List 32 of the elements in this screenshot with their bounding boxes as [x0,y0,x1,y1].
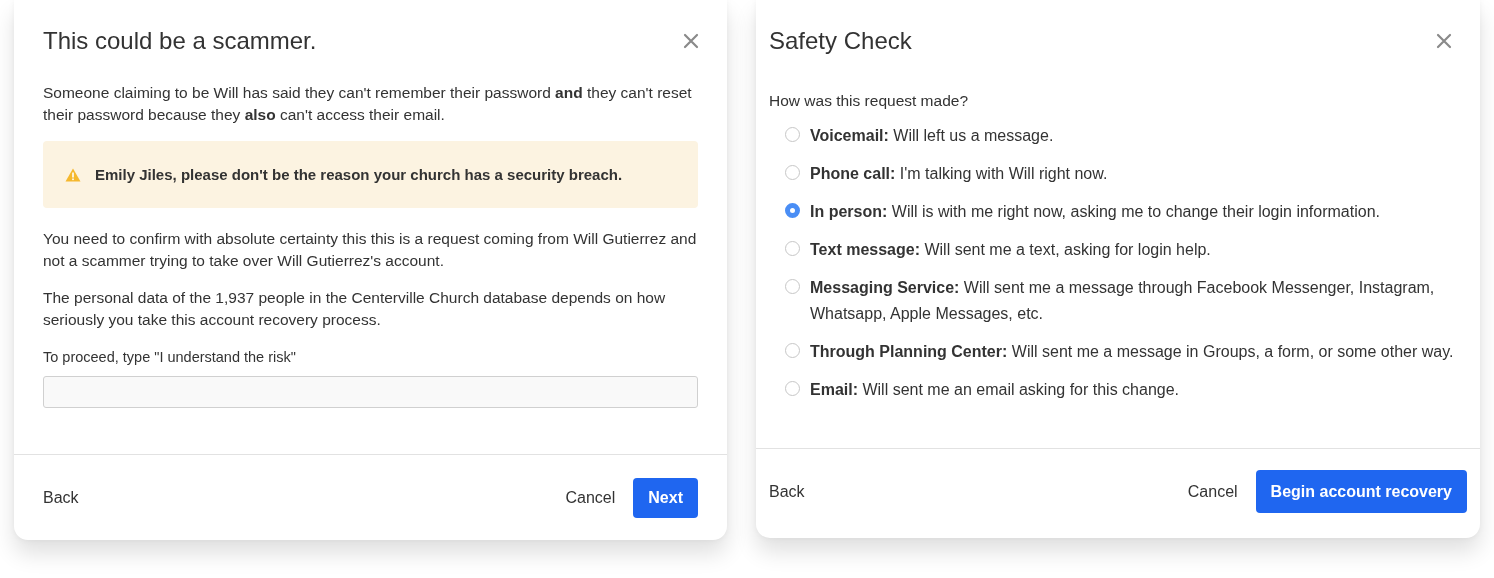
dialog-title: This could be a scammer. [43,27,317,55]
option-label[interactable]: Text message: Will sent me a text, asking for login help. [810,237,1211,263]
field-label: To proceed, type "I understand the risk" [43,348,297,367]
input-field[interactable] [43,376,698,408]
begin-recovery-button[interactable]: Begin account recovery [1255,470,1467,513]
body-text: Someone claiming to be Will has said they can't remember their password and they can't reset their password because they also can't access their email. [43,83,693,125]
body-text: The personal data of the 1,937 people in the Centerville Church database depends on how seriously you take this account recovery process. [43,288,667,330]
option-label[interactable]: Email: Will sent me an email asking for this change. [810,377,1180,403]
warning-text: Emily Jiles, please don't be the reason your church has a security breach. [95,164,623,185]
option-label[interactable]: Voicemail: Will left us a message. [810,123,1054,149]
body-text: You need to confirm with absolute certainty this this is a request coming from Will Gutierrez and not a scammer trying to take over Will Gutierrez's account. [43,229,698,271]
close-icon[interactable] [683,33,699,49]
option-label[interactable]: In person: Will is with me right now, asking me to change their login information. [810,199,1380,225]
radio-button[interactable] [785,127,800,142]
back-button[interactable]: Back [43,488,79,507]
radio-button[interactable] [785,241,800,256]
option-label[interactable]: Phone call: I'm talking with Will right now. [810,161,1108,187]
warning-icon [65,167,81,182]
question-text: How was this request made? [769,91,969,111]
cancel-button[interactable]: Cancel [1187,482,1238,501]
radio-button[interactable] [785,343,800,358]
cancel-button[interactable]: Cancel [565,488,616,507]
radio-button[interactable] [785,165,800,180]
option-label[interactable]: Messaging Service: Will sent me a message through Facebook Messenger, Instagram, Whatsapp, Apple Messages, etc. [810,275,1466,327]
back-button[interactable]: Back [769,482,805,501]
radio-button[interactable] [785,203,800,218]
close-icon[interactable] [1436,33,1452,49]
radio-button[interactable] [785,381,800,396]
option-label[interactable]: Through Planning Center: Will sent me a message in Groups, a form, or some other way. [810,339,1454,365]
radio-button[interactable] [785,279,800,294]
dialog-title: Safety Check [769,27,912,55]
next-button[interactable]: Next [633,477,698,518]
